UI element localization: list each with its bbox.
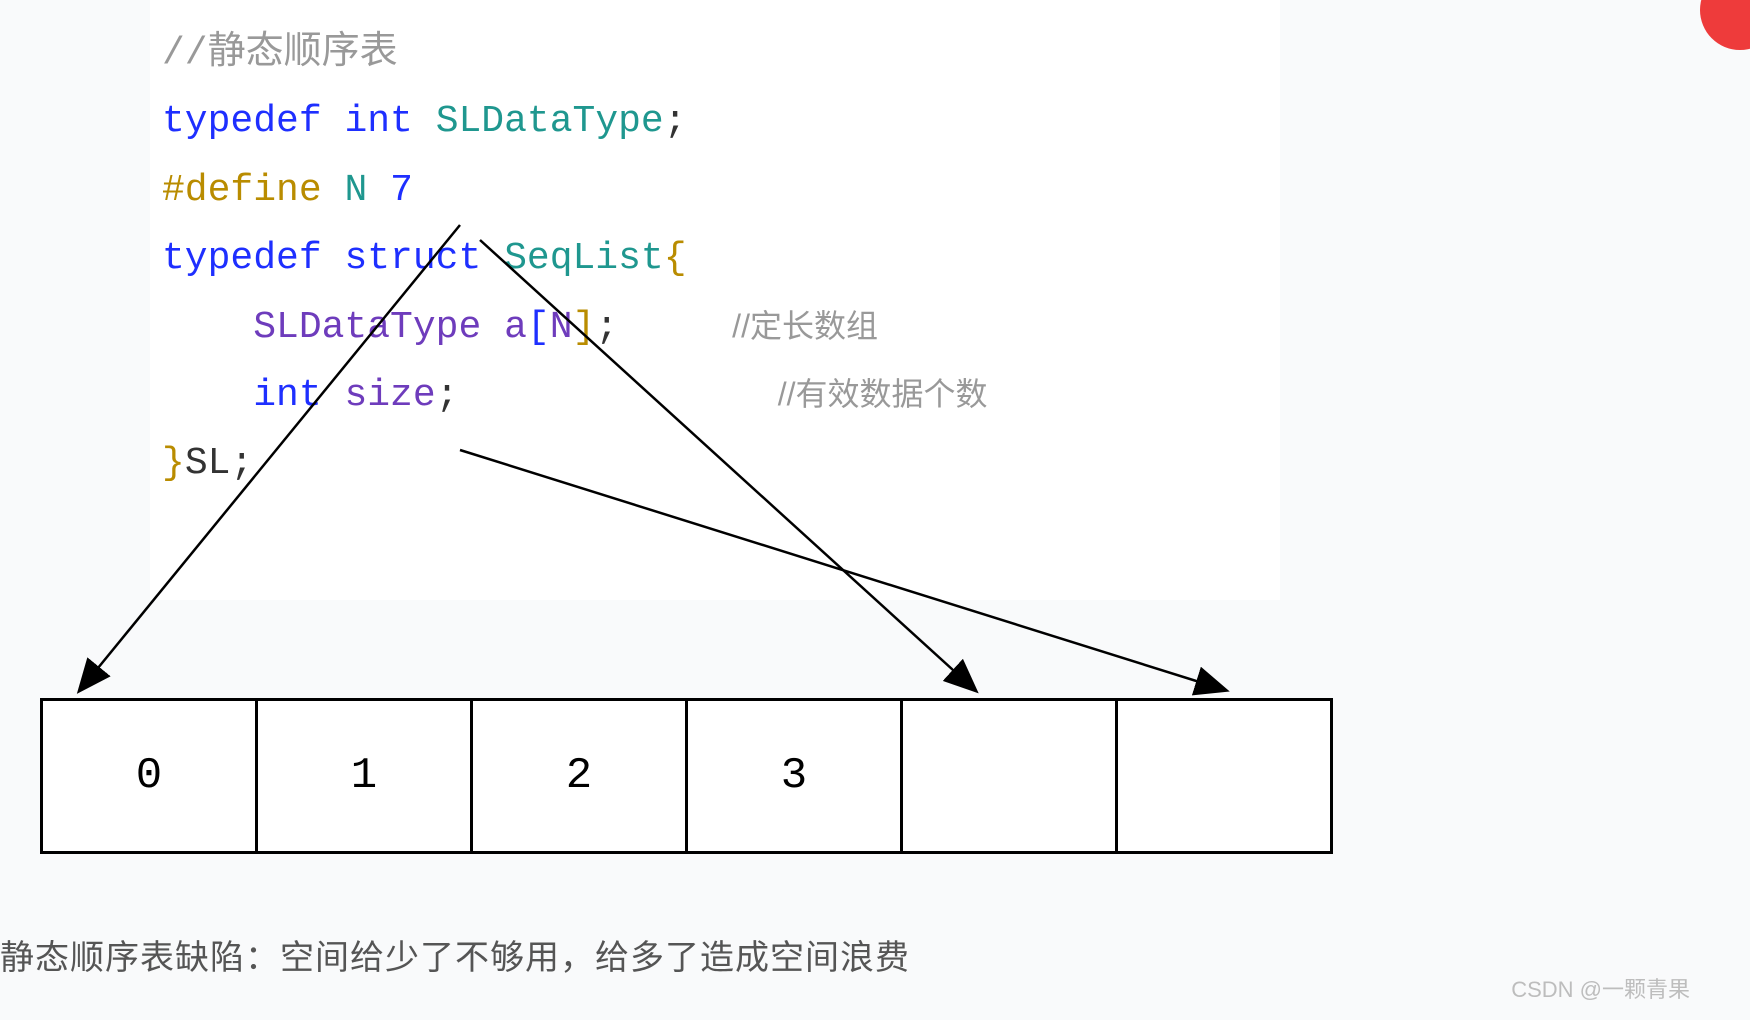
comment-static-list: //静态顺序表 bbox=[162, 32, 398, 75]
use-N: N bbox=[550, 306, 573, 349]
semi5: ; bbox=[595, 306, 618, 349]
array-cell-0: 0 bbox=[42, 700, 257, 853]
brace-open: { bbox=[664, 237, 687, 280]
semi: ; bbox=[664, 100, 687, 143]
var-size: size bbox=[344, 374, 435, 417]
pp-define: #define bbox=[162, 169, 322, 212]
rbracket: ] bbox=[573, 306, 596, 349]
array-cell-1: 1 bbox=[257, 700, 472, 853]
indent6 bbox=[162, 374, 253, 417]
code-line-4: typedef struct SeqList{ bbox=[150, 225, 1280, 293]
semi7: ; bbox=[230, 442, 253, 485]
array-cell-5 bbox=[1117, 700, 1332, 853]
code-line-7: }SL; bbox=[150, 430, 1280, 498]
macro-N: N bbox=[344, 169, 367, 212]
code-line-2: typedef int SLDataType; bbox=[150, 88, 1280, 156]
num-7: 7 bbox=[390, 169, 413, 212]
alias-SL: SL bbox=[185, 442, 231, 485]
array-cell-4 bbox=[902, 700, 1117, 853]
type-seqlist: SeqList bbox=[504, 237, 664, 280]
lbracket: [ bbox=[527, 306, 550, 349]
brace-close: } bbox=[162, 442, 185, 485]
comment-valid-count: //有效数据个数 bbox=[778, 376, 988, 412]
kw-struct: struct bbox=[344, 237, 481, 280]
var-a: a bbox=[504, 306, 527, 349]
indent5 bbox=[162, 306, 253, 349]
code-line-6: int size; //有效数据个数 bbox=[150, 362, 1280, 430]
array-cell-3: 3 bbox=[687, 700, 902, 853]
comment-fixed-array: //定长数组 bbox=[732, 308, 878, 344]
caption-text: 静态顺序表缺陷：空间给少了不够用，给多了造成空间浪费 bbox=[0, 930, 910, 979]
kw-int: int bbox=[344, 100, 412, 143]
attribution-text: CSDN @一颗青果 bbox=[1511, 972, 1690, 1004]
array-diagram: 0 1 2 3 bbox=[40, 698, 1333, 854]
kw-typedef: typedef bbox=[162, 100, 322, 143]
code-line-3: #define N 7 bbox=[150, 157, 1280, 225]
code-block: //静态顺序表 typedef int SLDataType; #define … bbox=[150, 0, 1280, 600]
array-cell-2: 2 bbox=[472, 700, 687, 853]
type-sldatatype: SLDataType bbox=[436, 100, 664, 143]
type-sldatatype-use: SLDataType bbox=[253, 306, 481, 349]
code-line-5: SLDataType a[N]; //定长数组 bbox=[150, 294, 1280, 362]
code-line-1: //静态顺序表 bbox=[150, 20, 1280, 88]
kw-int2: int bbox=[253, 374, 321, 417]
semi6: ; bbox=[436, 374, 459, 417]
kw-typedef2: typedef bbox=[162, 237, 322, 280]
